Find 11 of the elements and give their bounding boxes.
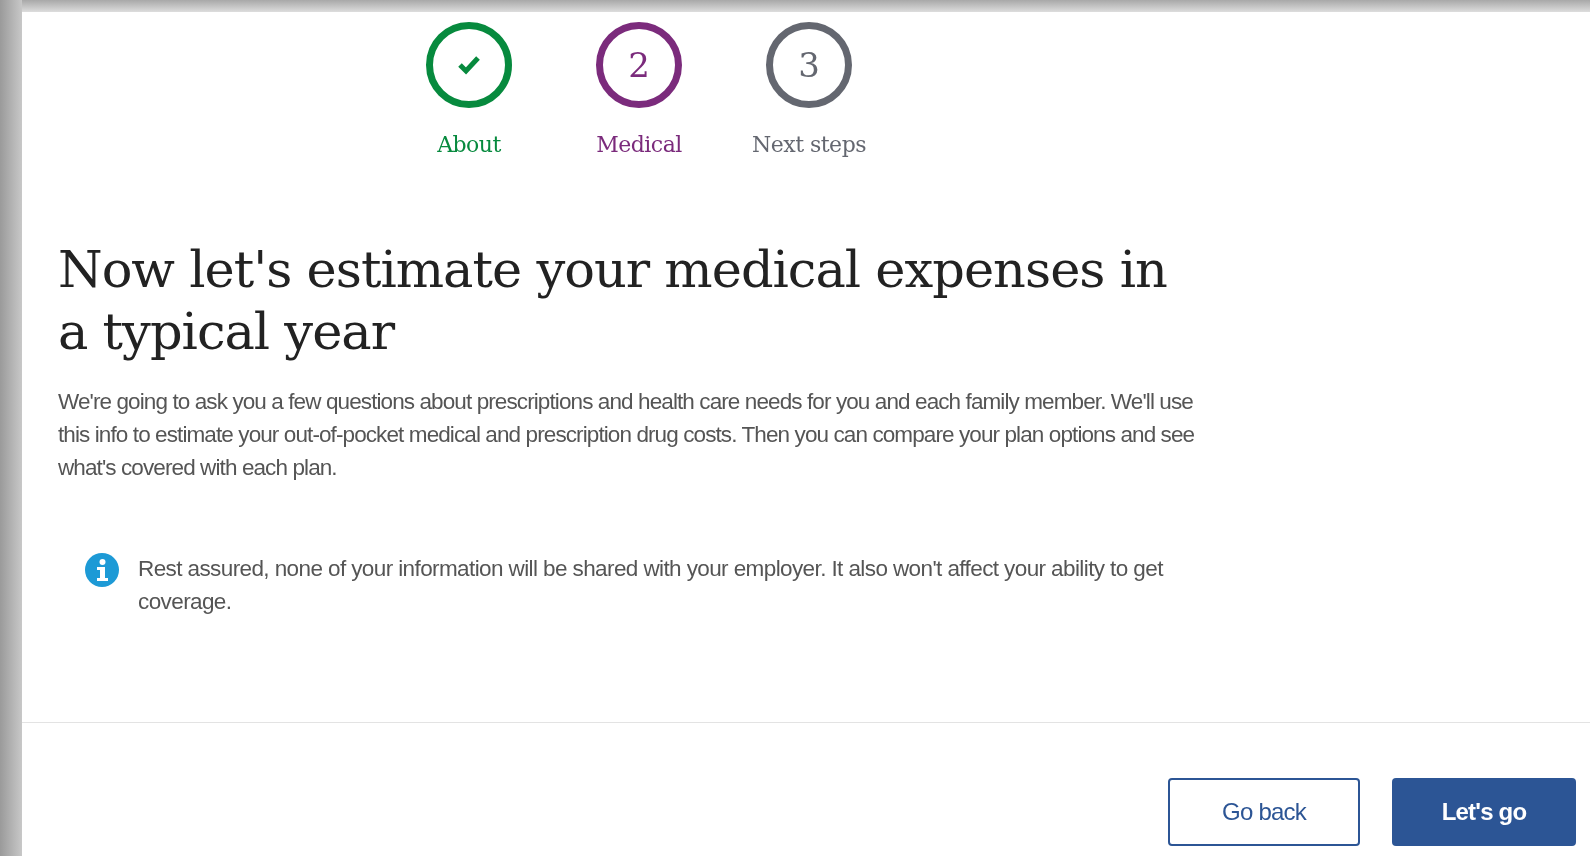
info-icon	[84, 552, 120, 588]
step-label: Medical	[596, 132, 682, 157]
notice-text: Rest assured, none of your information will be shared with your employer. It also won't affect your ability to get coverage.	[138, 555, 1164, 616]
step-circle: 2	[596, 22, 682, 108]
step-label: About	[437, 132, 501, 157]
step-label: Next steps	[751, 132, 866, 157]
step-circle: 3	[766, 22, 852, 108]
page-heading: Now let's estimate your medical expenses in a typical year	[58, 239, 1168, 363]
intro-paragraph: We're going to ask you a few questions about prescriptions and health care needs for you and each family member. We'll use this info to estimate your out-of-pocket medical and prescription drug costs. Then you can compare your plan options and see what's covered with each plan.	[58, 388, 1196, 482]
continue-button[interactable]: Let's go	[1392, 778, 1576, 846]
back-button[interactable]: Go back	[1168, 778, 1360, 846]
